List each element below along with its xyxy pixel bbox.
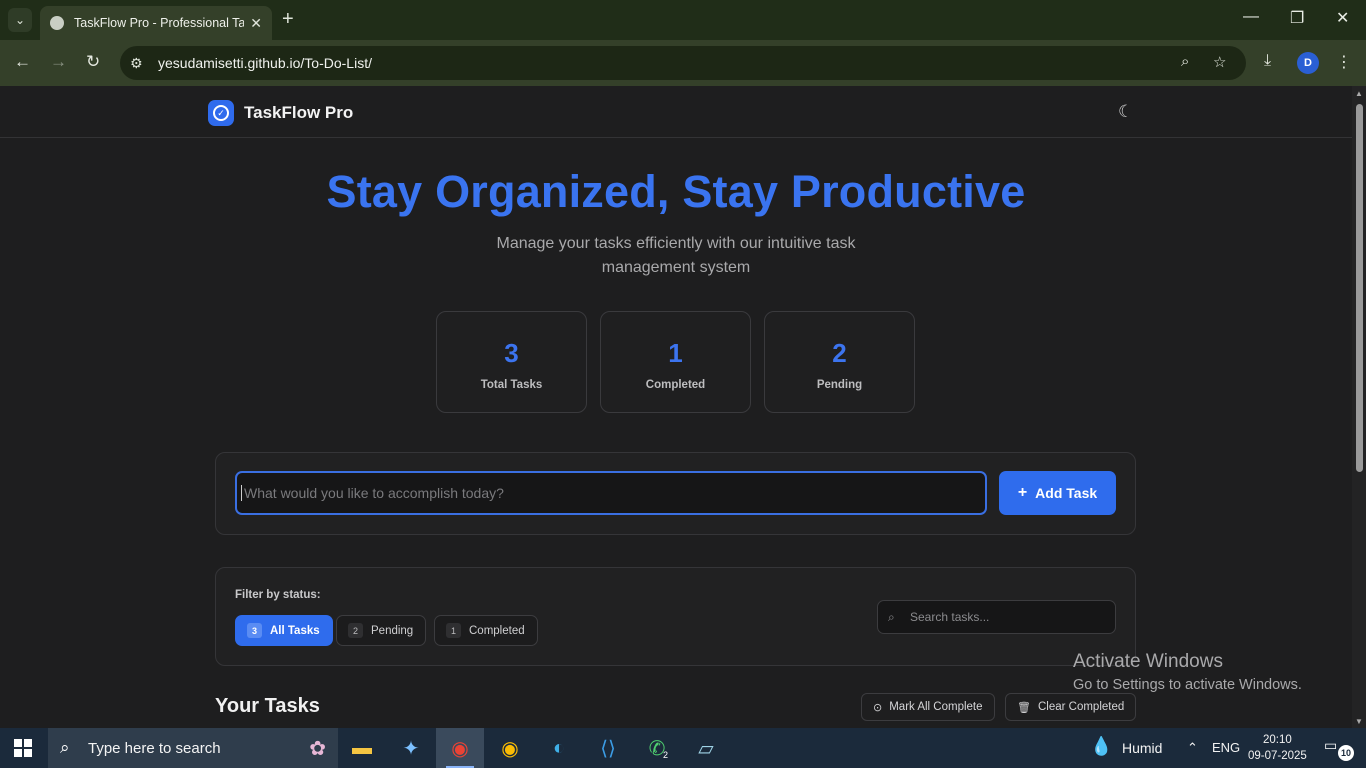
mark-all-complete-button[interactable]: ⊙ Mark All Complete <box>861 693 995 721</box>
minimize-button[interactable]: — <box>1243 8 1259 26</box>
clock-time: 20:10 <box>1263 734 1292 746</box>
browser-toolbar: ← → ↻ ⚙ yesudamisetti.github.io/To-Do-Li… <box>0 40 1366 86</box>
stat-label: Pending <box>816 379 863 391</box>
zoom-icon[interactable]: ⌕ <box>1181 53 1189 70</box>
reload-button[interactable]: ↻ <box>86 52 100 72</box>
app-header: ✓ TaskFlow Pro ☾ <box>0 86 1352 138</box>
task-input-placeholder: What would you like to accomplish today? <box>241 485 504 501</box>
tab-title: TaskFlow Pro - Professional Task <box>74 16 244 30</box>
filter-card: Filter by status: 3 All Tasks 2 Pending … <box>215 567 1136 666</box>
vscode-icon[interactable]: ⟨⟩ <box>584 728 632 768</box>
stat-value: 1 <box>668 338 683 368</box>
filter-count: 3 <box>247 623 262 638</box>
browser-titlebar: ⌄ TaskFlow Pro - Professional Task ✕ + —… <box>0 0 1366 40</box>
edge-icon[interactable]: ◐ <box>535 728 583 768</box>
check-circle-icon: ✓ <box>208 100 234 126</box>
profile-avatar[interactable]: D <box>1297 52 1319 74</box>
chrome-icon[interactable]: ◉ <box>486 728 534 768</box>
tab-close-icon[interactable]: ✕ <box>250 15 262 32</box>
windows-taskbar: ⌕ Type here to search ✿ ▬ ✦ ◉ ◉ ◐ ⟨⟩ ✆ 2 … <box>0 728 1366 768</box>
browser-tab[interactable]: TaskFlow Pro - Professional Task ✕ <box>40 6 272 40</box>
watermark-subtitle: Go to Settings to activate Windows. <box>1073 677 1302 693</box>
activate-windows-watermark: Activate Windows Go to Settings to activ… <box>1073 651 1302 693</box>
scroll-down-icon[interactable]: ▼ <box>1355 717 1363 726</box>
tab-search-button[interactable]: ⌄ <box>8 8 32 32</box>
page-scrollbar[interactable]: ▲ ▼ <box>1352 86 1366 728</box>
clear-completed-label: Clear Completed <box>1037 701 1125 713</box>
brand-name: TaskFlow Pro <box>244 103 354 122</box>
close-window-button[interactable]: ✕ <box>1336 8 1349 28</box>
moon-icon[interactable]: ☾ <box>1118 102 1133 122</box>
weather-icon[interactable]: 💧 <box>1090 736 1112 757</box>
filter-all-tasks[interactable]: 3 All Tasks <box>235 615 333 646</box>
search-input[interactable]: ⌕ Search tasks... <box>877 600 1116 634</box>
filter-pending[interactable]: 2 Pending <box>336 615 427 646</box>
globe-icon <box>50 16 64 30</box>
plus-icon: + <box>1017 484 1028 501</box>
clock-date: 09-07-2025 <box>1248 750 1307 762</box>
bookmark-star-icon[interactable]: ☆ <box>1213 53 1226 71</box>
site-info-icon[interactable]: ⚙ <box>130 55 150 72</box>
add-task-card: ◷ What would you like to accomplish toda… <box>215 452 1136 535</box>
new-tab-button[interactable]: + <box>282 8 294 31</box>
forward-button[interactable]: → <box>50 52 67 72</box>
taskbar-search[interactable]: ⌕ Type here to search ✿ <box>48 728 338 768</box>
stat-label: Completed <box>645 379 706 391</box>
taskbar-clock[interactable]: 20:10 09-07-2025 <box>1248 732 1307 764</box>
tasks-heading: Your Tasks <box>215 695 320 717</box>
stat-label: Total Tasks <box>480 379 543 391</box>
chrome-profile-icon[interactable]: ◉ <box>436 728 484 768</box>
search-icon: ⌕ <box>888 609 895 624</box>
clear-completed-button[interactable]: 🗑 Clear Completed <box>1005 693 1137 721</box>
stat-value: 2 <box>832 338 847 368</box>
trash-icon: 🗑 <box>1017 701 1031 714</box>
taskbar-search-text: Type here to search <box>88 739 221 757</box>
stat-pending: 2 Pending <box>764 311 915 413</box>
language-indicator[interactable]: ENG <box>1212 740 1240 755</box>
notification-badge: 10 <box>1338 745 1354 761</box>
download-icon[interactable]: ⤓ <box>1264 52 1271 70</box>
search-icon: ⌕ <box>60 738 70 757</box>
task-input[interactable]: ◷ What would you like to accomplish toda… <box>235 471 987 515</box>
hero-subtitle: Manage your tasks efficiently with our i… <box>496 235 856 276</box>
weather-text[interactable]: Humid <box>1122 740 1162 756</box>
copilot-icon[interactable]: ✦ <box>387 728 435 768</box>
url-text: yesudamisetti.github.io/To-Do-List/ <box>158 55 372 71</box>
search-highlight-icon: ✿ <box>309 737 326 760</box>
filter-count: 2 <box>348 623 363 638</box>
stat-completed: 1 Completed <box>600 311 751 413</box>
filter-pill-label: All Tasks <box>270 624 320 637</box>
stat-value: 3 <box>504 338 519 368</box>
address-bar[interactable]: ⚙ yesudamisetti.github.io/To-Do-List/ ⌕ … <box>120 46 1246 80</box>
mark-all-label: Mark All Complete <box>889 701 983 713</box>
stat-total: 3 Total Tasks <box>436 311 587 413</box>
filter-count: 1 <box>446 623 461 638</box>
scrollbar-thumb[interactable] <box>1356 104 1363 472</box>
restore-button[interactable]: ❐ <box>1290 8 1304 28</box>
search-placeholder: Search tasks... <box>910 610 990 624</box>
watermark-title: Activate Windows <box>1073 651 1223 672</box>
filter-pill-label: Pending <box>371 624 414 637</box>
back-button[interactable]: ← <box>14 52 31 72</box>
filter-completed[interactable]: 1 Completed <box>434 615 538 646</box>
page-content: ✓ TaskFlow Pro ☾ Stay Organized, Stay Pr… <box>0 86 1352 728</box>
scroll-up-icon[interactable]: ▲ <box>1355 89 1363 98</box>
check-circle-icon: ⊙ <box>873 701 883 714</box>
whatsapp-icon[interactable]: ✆ 2 <box>633 728 681 768</box>
filter-label: Filter by status: <box>235 589 321 601</box>
file-explorer-icon[interactable]: ▬ <box>338 728 386 768</box>
chevron-up-icon[interactable]: ⌃ <box>1187 740 1198 756</box>
menu-icon[interactable]: ⋮ <box>1336 52 1352 72</box>
notepad-icon[interactable]: ▱ <box>682 728 730 768</box>
notification-icon[interactable]: ▭ 10 <box>1324 737 1354 761</box>
filter-pill-label: Completed <box>469 624 525 637</box>
add-task-label: Add Task <box>1035 485 1098 501</box>
add-task-button[interactable]: + Add Task <box>999 471 1116 515</box>
whatsapp-badge: 2 <box>663 750 669 760</box>
windows-start-icon[interactable] <box>14 739 32 757</box>
hero-title: Stay Organized, Stay Productive <box>326 166 1026 217</box>
